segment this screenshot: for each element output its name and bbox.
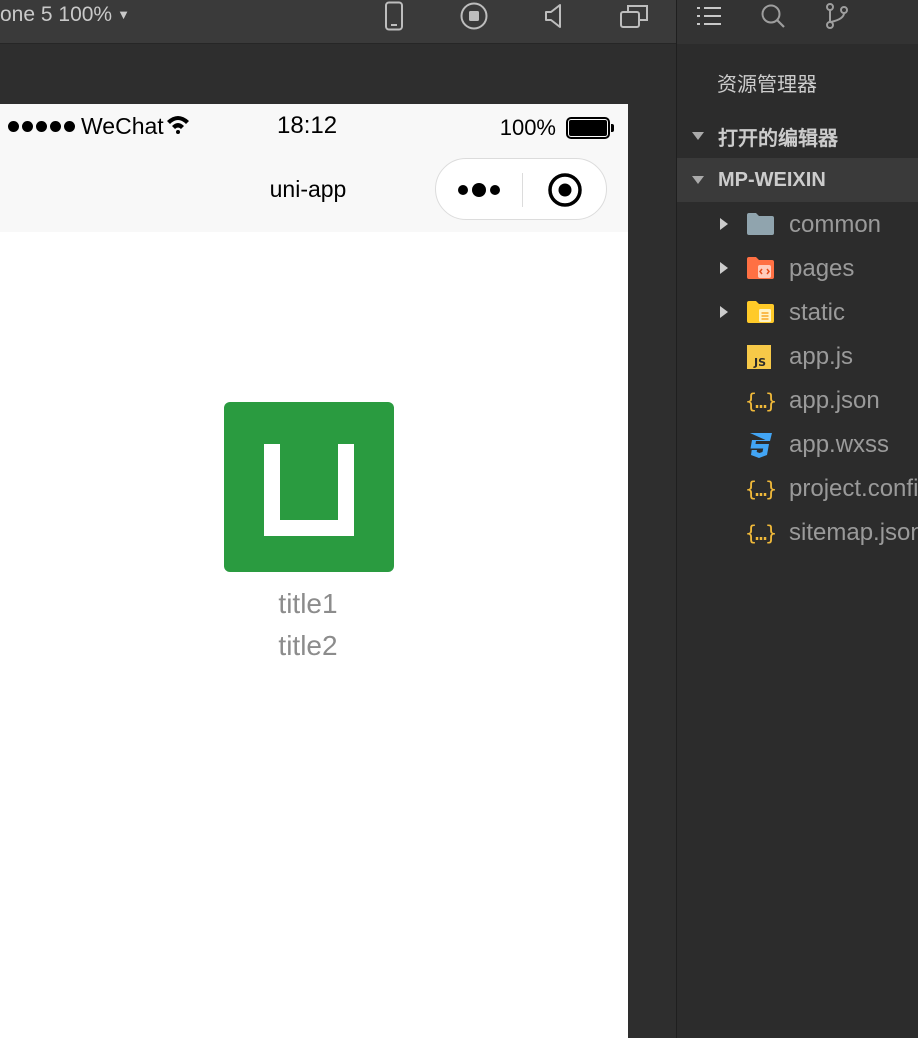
chevron-right-icon xyxy=(720,218,728,230)
chevron-down-icon: ▼ xyxy=(117,7,130,22)
tree-item-label: static xyxy=(789,299,846,326)
close-mini-program-icon[interactable] xyxy=(547,172,583,208)
battery-status: 100% xyxy=(500,114,614,142)
section-open-editors-label: 打开的编辑器 xyxy=(718,127,838,150)
phone-screen: WeChat 18:12 100% uni-app title1 title2 xyxy=(0,104,628,1038)
capsule-divider xyxy=(522,173,523,207)
list-icon[interactable] xyxy=(689,0,729,32)
tree-item-app-json[interactable]: {…} app.json xyxy=(677,379,918,423)
css-file-icon xyxy=(745,431,777,459)
chevron-right-icon xyxy=(720,262,728,274)
tree-item-label: project.config.json xyxy=(789,475,918,502)
pages-folder-icon xyxy=(745,255,777,283)
section-project[interactable]: MP-WEIXIN xyxy=(677,158,918,202)
status-time: 18:12 xyxy=(277,112,338,139)
tree-item-app-wxss[interactable]: app.wxss xyxy=(677,423,918,467)
carrier-name: WeChat xyxy=(81,113,164,139)
tree-item-label: app.json xyxy=(789,387,880,414)
battery-percent: 100% xyxy=(499,115,556,140)
wifi-icon xyxy=(166,114,190,139)
activity-bar xyxy=(677,0,918,44)
simulator-area: one 5 100% ▼ WeChat 18:12 100% uni-app t… xyxy=(0,0,676,1038)
static-folder-icon xyxy=(745,299,777,327)
tree-item-label: common xyxy=(789,211,882,238)
signal-dot xyxy=(64,120,75,132)
title-2-text: title2 xyxy=(278,630,338,661)
simulator-toolbar: one 5 100% ▼ xyxy=(0,0,676,44)
signal-dot xyxy=(50,120,61,132)
section-project-label: MP-WEIXIN xyxy=(718,168,826,191)
chevron-down-icon xyxy=(692,176,704,184)
tree-item-label: sitemap.json xyxy=(789,519,918,546)
tree-item-pages[interactable]: pages xyxy=(677,247,918,291)
json-file-icon: {…} xyxy=(745,389,777,413)
tree-item-label: pages xyxy=(789,255,855,282)
tree-item-sitemap[interactable]: {…} sitemap.json xyxy=(677,511,918,555)
menu-capsule xyxy=(435,158,607,220)
search-icon[interactable] xyxy=(753,0,793,32)
signal-dot xyxy=(36,120,47,132)
logo-u-shape xyxy=(264,444,354,536)
section-open-editors[interactable]: 打开的编辑器 xyxy=(677,114,918,158)
sound-icon[interactable] xyxy=(536,0,572,32)
signal-carrier: WeChat xyxy=(8,112,190,140)
record-icon[interactable] xyxy=(456,0,492,32)
tree-item-project-config[interactable]: {…} project.config.json xyxy=(677,467,918,511)
uni-app-logo xyxy=(224,402,394,572)
js-file-icon: JS xyxy=(745,343,777,371)
folder-icon xyxy=(745,211,777,239)
explorer-panel: 资源管理器 打开的编辑器 MP-WEIXIN common pages stat… xyxy=(676,0,918,1038)
phone-icon[interactable] xyxy=(376,0,412,32)
device-select[interactable]: one 5 100% ▼ xyxy=(0,3,130,27)
chevron-right-icon xyxy=(720,306,728,318)
svg-text:JS: JS xyxy=(753,356,766,369)
navigation-bar: uni-app xyxy=(0,150,628,232)
explorer-heading: 资源管理器 xyxy=(717,74,817,96)
tree-item-label: app.wxss xyxy=(789,431,890,458)
window-icon[interactable] xyxy=(616,0,652,32)
tree-item-common[interactable]: common xyxy=(677,203,918,247)
json-file-icon: {…} xyxy=(745,477,777,501)
battery-icon xyxy=(566,117,614,139)
tree-item-label: app.js xyxy=(789,343,854,370)
title-1-text: title1 xyxy=(278,588,338,619)
tree-item-static[interactable]: static xyxy=(677,291,918,335)
more-icon[interactable] xyxy=(456,181,502,199)
source-control-icon[interactable] xyxy=(817,0,857,32)
tree-item-app-js[interactable]: JS app.js xyxy=(677,335,918,379)
status-bar: WeChat 18:12 100% xyxy=(0,104,628,150)
signal-dot xyxy=(8,120,19,132)
json-file-icon: {…} xyxy=(745,521,777,545)
chevron-down-icon xyxy=(692,132,704,140)
device-label: one 5 100% xyxy=(0,3,113,26)
signal-dot xyxy=(22,120,33,132)
